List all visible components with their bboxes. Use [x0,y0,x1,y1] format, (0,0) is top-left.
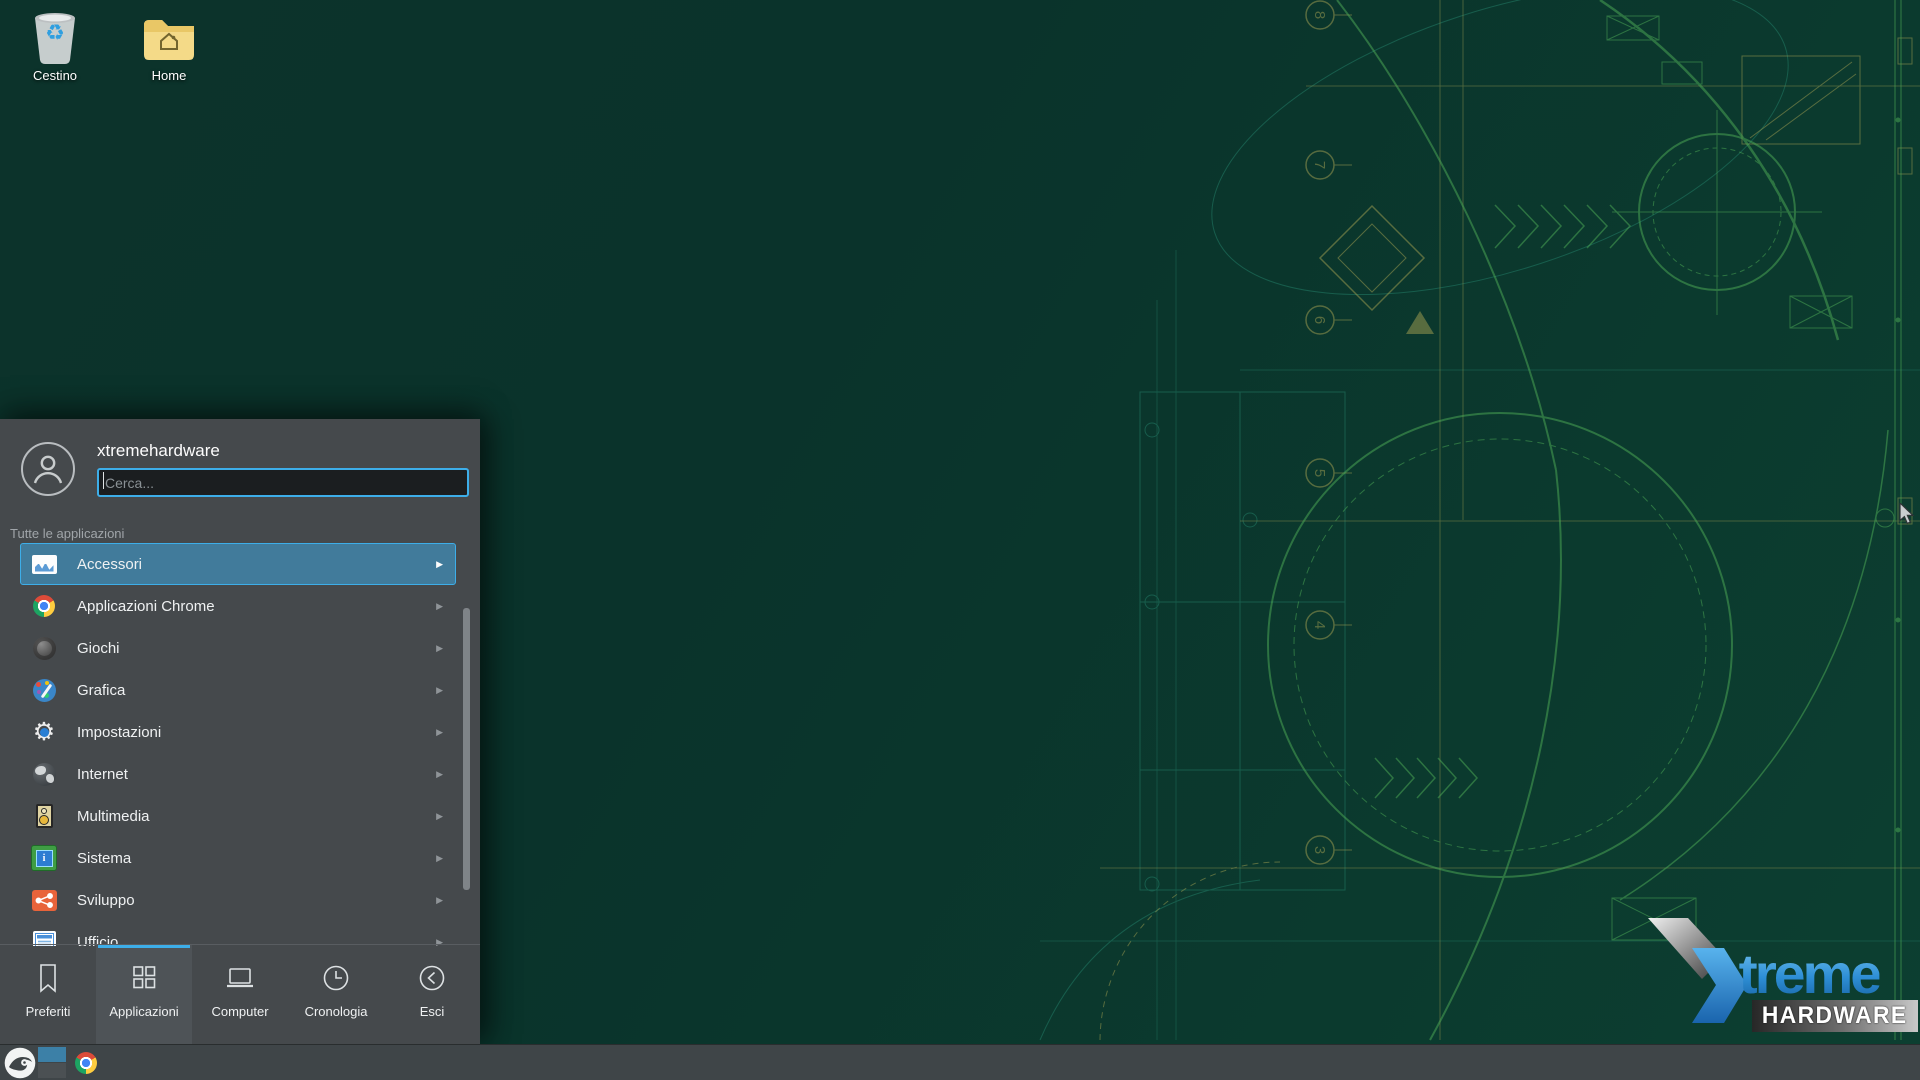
submenu-arrow-icon: ▶ [436,643,443,654]
screen: 8 7 6 5 [0,0,1920,1080]
category-list: Accessori ▶ Applicazioni Chrome ▶ Giochi… [0,543,480,946]
virtual-desktop-pager[interactable] [38,1047,66,1078]
pager-desktop-1-active[interactable] [38,1047,66,1062]
wallpaper-grid-number: 5 [1311,469,1328,477]
wallpaper-grid-number: 3 [1311,846,1328,854]
desktop-icon-label: Cestino [12,68,98,83]
xtreme-hardware-logo: treme HARDWARE [1640,905,1920,1045]
home-folder-icon [126,8,212,66]
submenu-arrow-icon: ▶ [436,853,443,864]
category-row-sviluppo[interactable]: Sviluppo ▶ [20,879,456,921]
trash-icon: ♻ [12,8,98,66]
development-icon [31,887,57,913]
user-icon [31,452,65,486]
application-launcher-button[interactable] [4,1047,36,1079]
submenu-arrow-icon: ▶ [436,559,443,570]
recycle-symbol: ♻ [12,16,98,50]
submenu-arrow-icon: ▶ [436,811,443,822]
section-label: Tutte le applicazioni [10,526,124,541]
submenu-arrow-icon: ▶ [436,895,443,906]
tab-computer[interactable]: Computer [192,945,288,1044]
grid-marker-6: 6 [1306,306,1352,334]
tab-applicazioni[interactable]: Applicazioni [96,945,192,1044]
category-label: Giochi [77,640,436,657]
grid-marker-7: 7 [1306,151,1352,179]
category-row-internet[interactable]: Internet ▶ [20,753,456,795]
submenu-arrow-icon: ▶ [436,769,443,780]
wallpaper-grid-number: 8 [1311,11,1328,19]
user-name: xtremehardware [97,441,220,461]
category-row-grafica[interactable]: Grafica ▶ [20,669,456,711]
desktop-icon-trash[interactable]: ♻ Cestino [12,8,98,83]
chrome-icon [31,593,57,619]
desktop-icon-home[interactable]: Home [126,8,212,83]
category-label: Applicazioni Chrome [77,598,436,615]
tab-label: Computer [211,1004,268,1019]
laptop-icon [224,962,256,994]
submenu-arrow-icon: ▶ [436,727,443,738]
scrollbar-thumb[interactable] [463,608,470,890]
tab-esci[interactable]: Esci [384,945,480,1044]
application-launcher-popup: xtremehardware Tutte le applicazioni Acc… [0,419,480,1044]
wallpaper-grid-number: 6 [1311,316,1328,324]
wallpaper-grid-number: 4 [1311,621,1328,629]
launcher-tabbar: Preferiti Applicazioni C [0,945,480,1044]
mouse-cursor [1899,503,1915,525]
system-icon: i [31,845,57,871]
grid-marker-5: 5 [1306,459,1352,487]
logo-hardware-bar: HARDWARE [1752,1000,1918,1032]
tab-preferiti[interactable]: Preferiti [0,945,96,1044]
pager-desktop-2[interactable] [38,1063,66,1078]
category-row-accessori[interactable]: Accessori ▶ [20,543,456,585]
search-input[interactable] [97,468,469,497]
category-label: Sviluppo [77,892,436,909]
category-label: Impostazioni [77,724,436,741]
text-caret [103,472,104,489]
category-label: Accessori [77,556,436,573]
grid-marker-4: 4 [1306,611,1352,639]
leave-icon [416,962,448,994]
submenu-arrow-icon: ▶ [436,685,443,696]
tab-label: Applicazioni [109,1004,178,1019]
grid-marker-8: 8 [1306,1,1352,29]
graphics-icon [31,677,57,703]
bookmark-icon [32,962,64,994]
category-label: Multimedia [77,808,436,825]
games-icon [31,635,57,661]
multimedia-icon [31,803,57,829]
category-row-giochi[interactable]: Giochi ▶ [20,627,456,669]
internet-icon [31,761,57,787]
category-row-ufficio[interactable]: Ufficio ▶ [20,921,456,946]
category-label: Grafica [77,682,436,699]
apps-grid-icon [128,962,160,994]
desktop-icon-label: Home [126,68,212,83]
category-label: Internet [77,766,436,783]
wallpaper-grid-number: 7 [1311,161,1328,169]
category-row-multimedia[interactable]: Multimedia ▶ [20,795,456,837]
clock-icon [320,962,352,994]
taskbar-chrome-icon[interactable] [75,1052,97,1074]
user-avatar[interactable] [21,442,75,496]
taskbar-panel: 17:56 [0,1044,1920,1080]
grid-marker-3: 3 [1306,836,1352,864]
category-label: Sistema [77,850,436,867]
logo-treme-text: treme [1739,941,1879,1006]
tab-label: Preferiti [26,1004,71,1019]
opensuse-logo-icon [4,1047,36,1079]
category-row-applicazioni-chrome[interactable]: Applicazioni Chrome ▶ [20,585,456,627]
logo-hardware-text: HARDWARE [1762,1002,1908,1030]
tab-label: Cronologia [305,1004,368,1019]
tab-label: Esci [420,1004,445,1019]
settings-icon: ⚙ [31,719,57,745]
submenu-arrow-icon: ▶ [436,601,443,612]
category-row-impostazioni[interactable]: ⚙ Impostazioni ▶ [20,711,456,753]
category-row-sistema[interactable]: i Sistema ▶ [20,837,456,879]
accessories-icon [31,551,57,577]
tab-cronologia[interactable]: Cronologia [288,945,384,1044]
